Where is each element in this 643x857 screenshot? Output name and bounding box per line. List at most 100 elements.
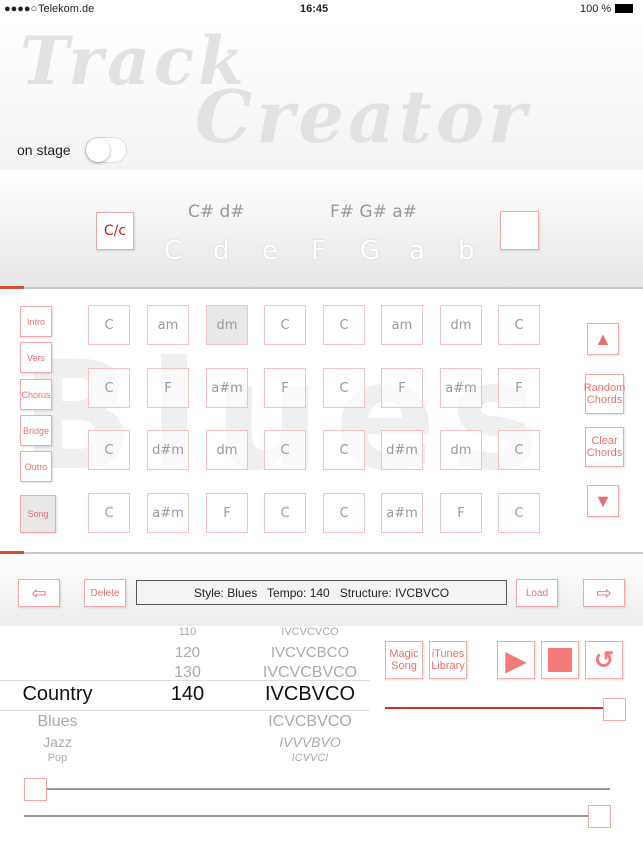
chord-cell[interactable]: C bbox=[498, 430, 540, 470]
repeat-icon: ↺ bbox=[593, 646, 615, 674]
picker-structures-option[interactable]: IVVVBVO bbox=[240, 734, 380, 750]
chord-cell[interactable]: dm bbox=[440, 305, 482, 345]
picker-tempos-option[interactable]: 130 bbox=[135, 664, 240, 682]
load-button[interactable]: Load bbox=[516, 579, 558, 607]
itunes-library-button[interactable]: iTunes Library bbox=[429, 641, 467, 679]
volume-slider-track[interactable] bbox=[385, 707, 605, 709]
picker-structures-option[interactable]: IVCVCBCO bbox=[240, 644, 380, 661]
play-button[interactable]: ▶ bbox=[497, 641, 535, 679]
picker-styles-option[interactable]: Pop bbox=[0, 752, 115, 764]
section-intro-button[interactable]: Intro bbox=[20, 306, 52, 337]
chord-cell[interactable]: C bbox=[323, 305, 365, 345]
slider-thumb-1[interactable] bbox=[24, 778, 47, 801]
chord-cell[interactable]: F bbox=[440, 493, 482, 533]
picker-structures-option[interactable]: IVCVCVCO bbox=[240, 626, 380, 638]
key-confirm-button[interactable] bbox=[500, 211, 539, 250]
chord-cell[interactable]: a#m bbox=[206, 368, 248, 408]
picker-tempos-option[interactable]: 140 bbox=[135, 683, 240, 706]
picker-structures-option[interactable]: ICVCBVCO bbox=[240, 713, 380, 731]
play-icon: ▶ bbox=[505, 644, 527, 676]
key-d[interactable]: d bbox=[213, 236, 230, 266]
chord-cell[interactable]: C bbox=[88, 368, 130, 408]
clear-chords-button[interactable]: Clear Chords bbox=[585, 427, 624, 467]
chord-cell[interactable]: am bbox=[147, 305, 189, 345]
magic-song-button[interactable]: Magic Song bbox=[385, 641, 423, 679]
picker-tempos-option[interactable]: 120 bbox=[135, 644, 240, 661]
previous-button[interactable]: ⇦ bbox=[18, 579, 60, 607]
on-stage-toggle[interactable] bbox=[85, 137, 127, 163]
logo: Creator bbox=[195, 74, 530, 159]
chord-cell[interactable]: C bbox=[323, 368, 365, 408]
progress-indicator bbox=[0, 286, 24, 289]
chord-cell[interactable]: am bbox=[381, 305, 423, 345]
chord-cell[interactable]: C bbox=[264, 305, 306, 345]
right-arrow-icon: ⇨ bbox=[596, 582, 612, 603]
section-bridge-button[interactable]: Bridge bbox=[20, 415, 52, 446]
battery-level: 100 % bbox=[580, 3, 612, 15]
chord-cell[interactable]: d#m bbox=[381, 430, 423, 470]
next-button[interactable]: ⇨ bbox=[583, 579, 625, 607]
key-C[interactable]: C bbox=[164, 236, 182, 266]
chord-cell[interactable]: dm bbox=[440, 430, 482, 470]
key-e[interactable]: e bbox=[262, 236, 278, 266]
picker-styles-option[interactable]: Jazz bbox=[0, 734, 115, 750]
chord-cell[interactable]: C bbox=[498, 493, 540, 533]
repeat-button[interactable]: ↺ bbox=[585, 641, 623, 679]
key-F[interactable]: F bbox=[311, 236, 326, 266]
volume-slider-thumb[interactable] bbox=[603, 698, 626, 721]
chord-cell[interactable]: dm bbox=[206, 430, 248, 470]
chord-cell[interactable]: C bbox=[498, 305, 540, 345]
on-stage-label: on stage bbox=[17, 142, 71, 158]
signal-icon: ●●●●○ bbox=[4, 3, 38, 15]
section-chorus-button[interactable]: Chorus bbox=[20, 379, 52, 410]
up-arrow-button[interactable]: ▲ bbox=[587, 323, 619, 355]
major-minor-button[interactable]: C/c bbox=[96, 212, 134, 250]
section-vers-button[interactable]: Vers bbox=[20, 342, 52, 373]
key-b[interactable]: b bbox=[458, 236, 475, 266]
picker-structures-option[interactable]: ICVVCI bbox=[240, 752, 380, 764]
chord-cell[interactable]: a#m bbox=[381, 493, 423, 533]
chord-cell[interactable]: F bbox=[381, 368, 423, 408]
down-arrow-button[interactable]: ▼ bbox=[587, 485, 619, 517]
chord-cell[interactable]: F bbox=[264, 368, 306, 408]
down-arrow-icon: ▼ bbox=[594, 490, 612, 511]
status-bar: ●●●●○ Telekom.de 16:45 100 % bbox=[0, 0, 643, 18]
key-a[interactable]: a bbox=[409, 236, 425, 266]
battery-icon bbox=[615, 4, 633, 13]
delete-button[interactable]: Delete bbox=[84, 579, 126, 607]
picker-structures-option[interactable]: IVCVCBVCO bbox=[240, 664, 380, 682]
slider-track-2[interactable] bbox=[24, 815, 599, 817]
chord-cell[interactable]: C bbox=[264, 430, 306, 470]
chord-cell[interactable]: a#m bbox=[147, 493, 189, 533]
header: Track Creator on stage bbox=[0, 18, 643, 170]
section-outro-button[interactable]: Outro bbox=[20, 451, 52, 482]
slider-track-1[interactable] bbox=[35, 788, 610, 790]
chord-cell[interactable]: C bbox=[88, 305, 130, 345]
picker-styles-option[interactable]: Country bbox=[0, 683, 115, 706]
picker-styles-option[interactable]: Blues bbox=[0, 713, 115, 731]
chord-cell[interactable]: C bbox=[88, 430, 130, 470]
chord-cell[interactable]: C bbox=[323, 430, 365, 470]
chord-cell[interactable]: F bbox=[206, 493, 248, 533]
slider-thumb-2[interactable] bbox=[588, 805, 611, 828]
chord-cell[interactable]: C bbox=[323, 493, 365, 533]
chord-cell[interactable]: d#m bbox=[147, 430, 189, 470]
sharp-keys-right[interactable]: F# G# a# bbox=[330, 202, 417, 222]
random-chords-button[interactable]: Random Chords bbox=[584, 374, 625, 414]
section-song-button[interactable]: Song bbox=[20, 495, 56, 533]
clock: 16:45 bbox=[300, 3, 329, 15]
carrier: Telekom.de bbox=[38, 3, 95, 15]
chord-cell[interactable]: F bbox=[498, 368, 540, 408]
chord-cell[interactable]: a#m bbox=[440, 368, 482, 408]
picker-structures-option[interactable]: IVCBVCO bbox=[240, 683, 380, 706]
picker-tempos-option[interactable]: 110 bbox=[135, 626, 240, 638]
key-G[interactable]: G bbox=[360, 236, 380, 266]
chord-cell[interactable]: C bbox=[88, 493, 130, 533]
style-tempo-structure-picker[interactable]: Country Blues Jazz Pop 110 120 130 140 IVCVCVCO I… bbox=[0, 626, 370, 768]
style-watermark: Blues bbox=[20, 330, 554, 504]
stop-button[interactable] bbox=[541, 641, 579, 679]
chord-cell[interactable]: dm bbox=[206, 305, 248, 345]
chord-cell[interactable]: F bbox=[147, 368, 189, 408]
sharp-keys-left[interactable]: C# d# bbox=[188, 202, 245, 222]
chord-cell[interactable]: C bbox=[264, 493, 306, 533]
